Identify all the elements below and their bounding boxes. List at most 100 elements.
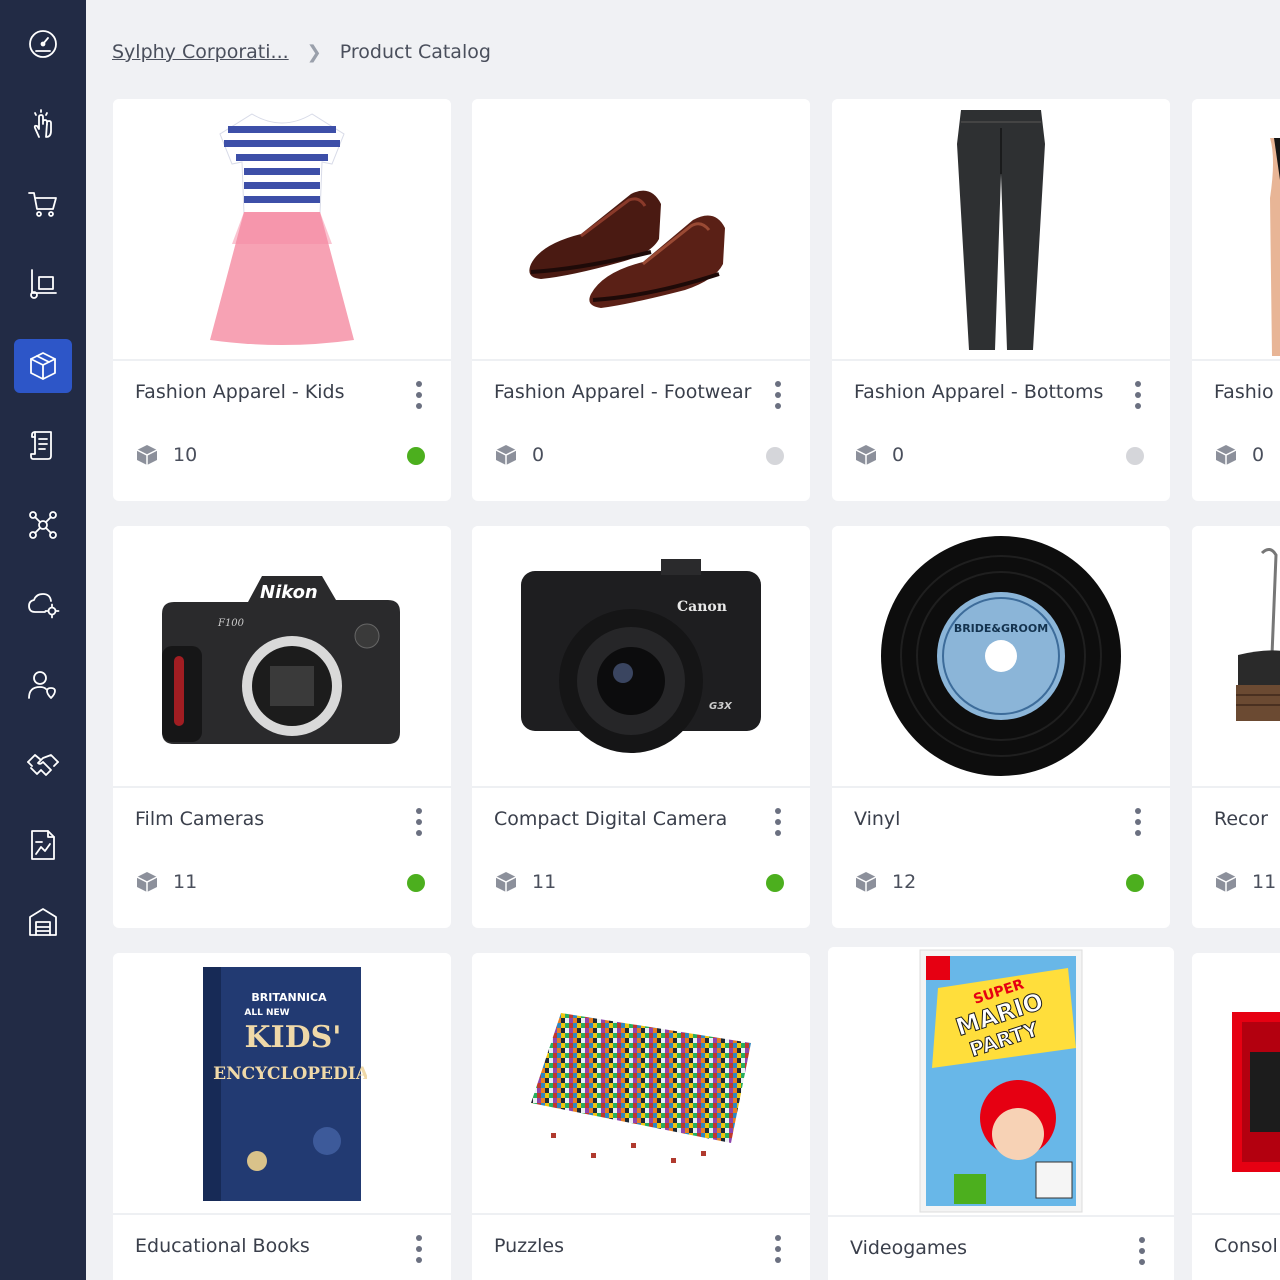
card-title: Consol <box>1214 1235 1278 1257</box>
book-brand-text: BRITANNICA <box>251 991 327 1004</box>
product-count-value: 11 <box>1252 871 1277 893</box>
camera-brand-text: Canon <box>677 599 727 615</box>
camera-model-text: F100 <box>217 618 245 629</box>
package-cube-icon <box>495 872 517 892</box>
card-title: Fashio <box>1214 381 1274 403</box>
package-cube-icon <box>1215 872 1237 892</box>
report-chart-icon <box>31 830 55 860</box>
scroll-document-icon <box>30 431 52 460</box>
product-count: 12 <box>854 870 916 894</box>
sidebar <box>0 0 86 1280</box>
book-title-encyclopedia-text: ENCYCLOPEDIA <box>213 1064 367 1084</box>
touch-hand-icon <box>33 109 52 138</box>
nav-users[interactable] <box>14 658 72 712</box>
book-title-kids-text: KIDS' <box>245 1020 342 1055</box>
product-count: 0 <box>854 443 904 467</box>
product-image <box>1192 953 1280 1215</box>
warehouse-icon <box>29 908 57 936</box>
nav-cloud[interactable] <box>14 578 72 632</box>
nav-reports[interactable] <box>14 818 72 872</box>
product-image <box>1192 99 1280 361</box>
more-options-icon[interactable] <box>770 806 786 838</box>
hand-truck-icon <box>30 269 57 299</box>
product-image <box>113 99 451 361</box>
catalog-card[interactable]: Consol <box>1192 953 1280 1280</box>
nav-cart[interactable] <box>14 177 72 231</box>
nav-warehouse[interactable] <box>14 895 72 949</box>
product-count-value: 11 <box>173 871 198 893</box>
status-indicator-active <box>407 874 425 892</box>
product-image <box>472 953 810 1215</box>
nav-documents[interactable] <box>14 418 72 472</box>
more-options-icon[interactable] <box>1130 806 1146 838</box>
card-title: Fashion Apparel - Kids <box>135 381 345 403</box>
catalog-card[interactable]: Fashion Apparel - Bottoms 0 <box>832 99 1170 501</box>
product-count: 11 <box>494 870 556 894</box>
product-count-value: 0 <box>1252 444 1265 466</box>
more-options-icon[interactable] <box>770 379 786 411</box>
package-cube-icon <box>855 445 877 465</box>
cloud-settings-icon <box>28 593 60 619</box>
catalog-card[interactable]: BRITANNICA ALL NEW KIDS' ENCYCLOPEDIA Ed… <box>113 953 451 1280</box>
catalog-card[interactable]: Fashion Apparel - Footwear 0 <box>472 99 810 501</box>
product-count-value: 10 <box>173 444 198 466</box>
dashboard-gauge-icon <box>29 30 57 58</box>
nav-dashboard[interactable] <box>14 17 72 71</box>
more-options-icon[interactable] <box>411 1233 427 1265</box>
card-title: Fashion Apparel - Footwear <box>494 381 752 403</box>
product-image: Canon G3X <box>472 526 810 788</box>
product-count-value: 0 <box>532 444 545 466</box>
catalog-card[interactable]: Puzzles <box>472 953 810 1280</box>
card-title: Recor <box>1214 808 1268 830</box>
product-image: Nikon F100 <box>113 526 451 788</box>
product-count: 11 <box>1214 870 1276 894</box>
product-image <box>472 99 810 361</box>
nav-touch[interactable] <box>14 97 72 151</box>
nav-logistics[interactable] <box>14 257 72 311</box>
product-count: 10 <box>135 443 197 467</box>
product-count-value: 12 <box>892 871 917 893</box>
product-count: 0 <box>1214 443 1264 467</box>
package-cube-icon <box>855 872 877 892</box>
chevron-right-icon: ❯ <box>306 41 322 63</box>
status-indicator-active <box>766 874 784 892</box>
package-cube-icon <box>136 445 158 465</box>
more-options-icon[interactable] <box>411 379 427 411</box>
handshake-icon <box>27 754 59 776</box>
more-options-icon[interactable] <box>411 806 427 838</box>
vinyl-label-text: BRIDE&GROOM <box>954 622 1048 635</box>
user-location-icon <box>28 671 56 699</box>
status-indicator-inactive <box>766 447 784 465</box>
catalog-card[interactable]: BRIDE&GROOM Vinyl 12 <box>832 526 1170 928</box>
status-indicator-inactive <box>1126 447 1144 465</box>
camera-model-text: G3X <box>709 701 733 712</box>
catalog-card[interactable]: Recor 11 <box>1192 526 1280 928</box>
network-nodes-icon <box>29 511 57 539</box>
more-options-icon[interactable] <box>1130 379 1146 411</box>
breadcrumb: Sylphy Corporati... ❯ Product Catalog <box>112 38 491 66</box>
product-image: BRIDE&GROOM <box>832 526 1170 788</box>
catalog-card[interactable]: Fashio 0 <box>1192 99 1280 501</box>
package-cube-icon <box>30 352 56 380</box>
catalog-card[interactable]: Nikon F100 Film Cameras 11 <box>113 526 451 928</box>
nav-products[interactable] <box>14 339 72 393</box>
product-image <box>832 99 1170 361</box>
card-title: Videogames <box>850 1237 968 1259</box>
camera-brand-text: Nikon <box>260 582 318 603</box>
package-cube-icon <box>136 872 158 892</box>
breadcrumb-parent-link[interactable]: Sylphy Corporati... <box>112 41 289 63</box>
package-cube-icon <box>495 445 517 465</box>
more-options-icon[interactable] <box>770 1233 786 1265</box>
product-image <box>1192 526 1280 788</box>
product-image: BRITANNICA ALL NEW KIDS' ENCYCLOPEDIA <box>113 953 451 1215</box>
product-count: 11 <box>135 870 197 894</box>
breadcrumb-current: Product Catalog <box>339 41 491 63</box>
catalog-card[interactable]: SUPER MARIO PARTY Videogames <box>828 947 1174 1280</box>
main-content: Sylphy Corporati... ❯ Product Catalog Fa… <box>86 0 1280 1280</box>
nav-partners[interactable] <box>14 738 72 792</box>
more-options-icon[interactable] <box>1134 1235 1150 1267</box>
catalog-card[interactable]: Fashion Apparel - Kids 10 <box>113 99 451 501</box>
card-title: Film Cameras <box>135 808 265 830</box>
nav-network[interactable] <box>14 498 72 552</box>
catalog-card[interactable]: Canon G3X Compact Digital Camera 11 <box>472 526 810 928</box>
